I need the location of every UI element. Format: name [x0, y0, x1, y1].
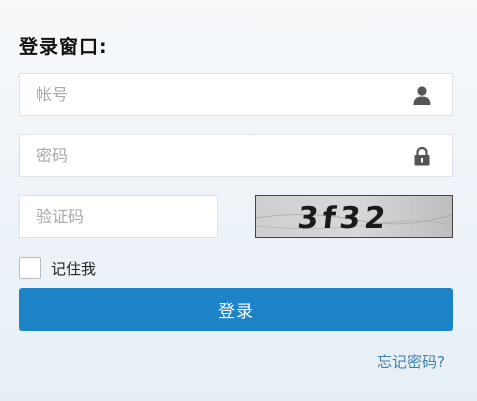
password-field-container: [19, 134, 453, 177]
lock-icon: [412, 146, 432, 166]
login-title: 登录窗口:: [19, 36, 108, 58]
user-icon: [412, 85, 432, 105]
username-field-container: [19, 73, 453, 116]
username-input[interactable]: [20, 74, 452, 115]
captcha-input[interactable]: [20, 196, 217, 237]
forgot-password-link[interactable]: 忘记密码?: [377, 351, 445, 372]
login-button[interactable]: 登录: [19, 288, 453, 331]
login-panel: 登录窗口: 帐号 验证码 3f32 记住我 登录 忘记密码?: [19, 0, 453, 401]
remember-me[interactable]: 记住我: [19, 257, 96, 279]
password-input[interactable]: [20, 135, 452, 176]
remember-me-checkbox[interactable]: [19, 257, 41, 279]
captcha-text: 3f32: [296, 201, 391, 236]
remember-me-label: 记住我: [51, 259, 97, 278]
captcha-image[interactable]: 3f32: [255, 195, 453, 238]
captcha-field-container: [19, 195, 218, 238]
